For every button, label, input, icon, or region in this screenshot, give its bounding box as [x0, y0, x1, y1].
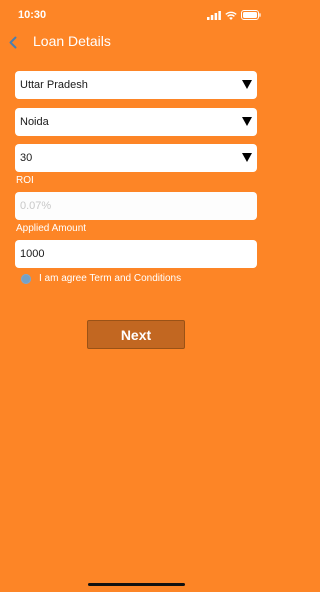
terms-radio[interactable]	[21, 273, 31, 284]
back-button[interactable]	[6, 34, 20, 50]
dropdown-caret-icon	[242, 153, 252, 162]
city-select[interactable]: Noida	[15, 108, 257, 136]
roi-field-value: 0.07%	[20, 200, 52, 212]
terms-label: I am agree Term and Conditions	[39, 273, 182, 284]
state-select-value: Uttar Pradesh	[20, 79, 88, 91]
applied-amount-label: Applied Amount	[16, 223, 87, 234]
status-icons	[207, 10, 261, 20]
battery-icon	[241, 10, 261, 20]
next-button[interactable]: Next	[87, 320, 185, 349]
terms-row[interactable]: I am agree Term and Conditions	[21, 273, 181, 284]
applied-amount-value: 1000	[20, 248, 45, 260]
dropdown-caret-icon	[242, 117, 252, 126]
dropdown-caret-icon	[242, 80, 252, 89]
home-indicator	[88, 583, 185, 586]
roi-field[interactable]: 0.07%	[15, 192, 257, 220]
tenure-select-value: 30	[20, 152, 33, 164]
applied-amount-field[interactable]: 1000	[15, 240, 257, 268]
roi-label: ROI	[16, 175, 34, 186]
back-icon	[9, 36, 17, 48]
state-select[interactable]: Uttar Pradesh	[15, 71, 257, 99]
wifi-icon	[225, 11, 237, 20]
page-title: Loan Details	[33, 33, 111, 49]
status-bar: 10:30	[0, 0, 273, 30]
signal-icon	[207, 10, 221, 20]
nav-bar: Loan Details	[0, 30, 273, 54]
city-select-value: Noida	[20, 116, 49, 128]
status-time: 10:30	[18, 9, 47, 21]
tenure-select[interactable]: 30	[15, 144, 257, 172]
